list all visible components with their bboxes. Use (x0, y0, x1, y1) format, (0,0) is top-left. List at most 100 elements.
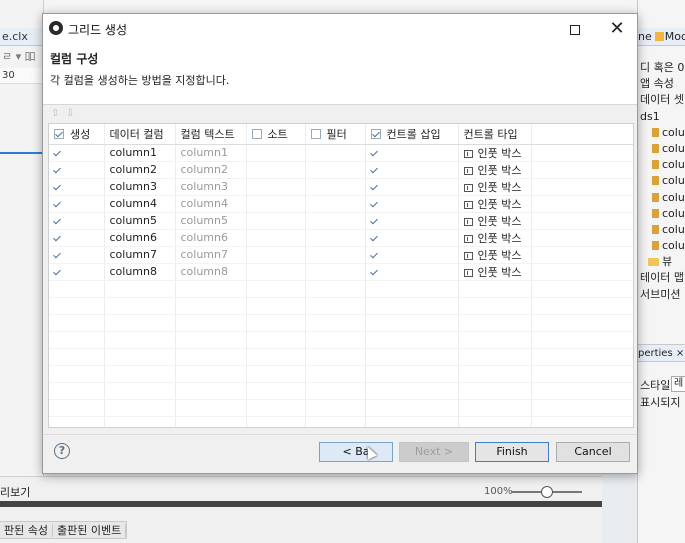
sort-cell[interactable] (246, 178, 306, 196)
create-check[interactable] (49, 144, 105, 162)
column-text-cell[interactable]: column2 (175, 161, 247, 179)
column-text-cell[interactable]: column5 (175, 212, 247, 230)
filter-cell[interactable] (305, 263, 366, 281)
header-sort[interactable]: 소트 (246, 124, 306, 145)
table-row[interactable]: column8 column8 인풋 박스 (49, 263, 633, 281)
data-column-cell[interactable]: column4 (104, 195, 176, 213)
data-column-cell[interactable]: column1 (104, 144, 176, 162)
control-type-cell[interactable]: 인풋 박스 (458, 178, 532, 196)
maximize-button[interactable] (555, 16, 595, 42)
sort-cell[interactable] (246, 246, 306, 264)
data-column-cell[interactable]: column7 (104, 246, 176, 264)
tree-item[interactable]: 앱 속성 (638, 76, 685, 92)
data-column-cell[interactable]: column3 (104, 178, 176, 196)
help-button[interactable]: ? (54, 443, 70, 459)
properties-tab[interactable]: perties × (638, 344, 685, 362)
prop-style-value[interactable]: 레 (671, 376, 685, 392)
header-insert-control[interactable]: 컨트롤 삽입 (365, 124, 459, 145)
tree-item[interactable]: colu (638, 222, 685, 238)
control-type-cell[interactable]: 인풋 박스 (458, 263, 532, 281)
insert-control-check[interactable] (365, 144, 459, 162)
tree-item[interactable]: colu (638, 206, 685, 222)
filter-cell[interactable] (305, 195, 366, 213)
insert-control-check[interactable] (365, 246, 459, 264)
tree-item[interactable]: 서브미션 (638, 287, 685, 303)
close-button[interactable]: ✕ (597, 16, 637, 42)
insert-control-check[interactable] (365, 212, 459, 230)
tree-item[interactable]: ds1 (638, 109, 685, 125)
table-row[interactable]: column7 column7 인풋 박스 (49, 246, 633, 264)
filter-cell[interactable] (305, 161, 366, 179)
move-down-icon[interactable]: ⇩ (66, 108, 74, 119)
header-create[interactable]: 생성 (49, 124, 105, 145)
column-text-cell[interactable]: column7 (175, 246, 247, 264)
table-row[interactable]: column2 column2 인풋 박스 (49, 161, 633, 179)
control-type-cell[interactable]: 인풋 박스 (458, 161, 532, 179)
insert-control-check[interactable] (365, 195, 459, 213)
sort-cell[interactable] (246, 144, 306, 162)
insert-control-check[interactable] (365, 229, 459, 247)
sort-all-checkbox[interactable] (251, 128, 262, 139)
header-filter[interactable]: 필터 (305, 124, 366, 145)
tree-item[interactable]: colu (638, 190, 685, 206)
next-button[interactable]: Next > (399, 442, 469, 462)
tree-item[interactable]: colu (638, 238, 685, 254)
create-check[interactable] (49, 246, 105, 264)
finish-button[interactable]: Finish (475, 442, 549, 462)
filter-cell[interactable] (305, 212, 366, 230)
create-check[interactable] (49, 229, 105, 247)
insert-control-all-checkbox[interactable] (370, 128, 381, 139)
tree-item[interactable]: 뷰 (638, 254, 685, 270)
create-check[interactable] (49, 178, 105, 196)
tree-item[interactable]: colu (638, 125, 685, 141)
insert-control-check[interactable] (365, 263, 459, 281)
control-type-cell[interactable]: 인풋 박스 (458, 212, 532, 230)
data-column-cell[interactable]: column6 (104, 229, 176, 247)
control-type-cell[interactable]: 인풋 박스 (458, 229, 532, 247)
table-row[interactable]: column5 column5 인풋 박스 (49, 212, 633, 230)
tree-item[interactable]: 데이터 셋 (638, 92, 685, 108)
tab-published-properties[interactable]: 판된 속성 (0, 524, 53, 537)
tree-item[interactable]: 디 혹은 0 (638, 60, 685, 76)
insert-control-check[interactable] (365, 161, 459, 179)
back-button[interactable]: < Ba (319, 442, 393, 462)
data-column-cell[interactable]: column8 (104, 263, 176, 281)
control-type-cell[interactable]: 인풋 박스 (458, 195, 532, 213)
preview-tab[interactable]: 리보기 (0, 485, 30, 501)
filter-all-checkbox[interactable] (310, 128, 321, 139)
control-type-cell[interactable]: 인풋 박스 (458, 144, 532, 162)
tree-item[interactable]: colu (638, 173, 685, 189)
column-text-cell[interactable]: column3 (175, 178, 247, 196)
create-check[interactable] (49, 263, 105, 281)
column-text-cell[interactable]: column1 (175, 144, 247, 162)
insert-control-check[interactable] (365, 178, 459, 196)
sort-cell[interactable] (246, 212, 306, 230)
column-text-cell[interactable]: column4 (175, 195, 247, 213)
table-row[interactable]: column4 column4 인풋 박스 (49, 195, 633, 213)
create-check[interactable] (49, 161, 105, 179)
tree-item[interactable]: colu (638, 157, 685, 173)
create-check[interactable] (49, 212, 105, 230)
filter-cell[interactable] (305, 246, 366, 264)
zoom-slider-knob[interactable] (541, 486, 553, 498)
data-column-cell[interactable]: column5 (104, 212, 176, 230)
column-text-cell[interactable]: column8 (175, 263, 247, 281)
editor-tab[interactable]: e.clx (0, 28, 44, 46)
sort-cell[interactable] (246, 161, 306, 179)
table-row[interactable]: column3 column3 인풋 박스 (49, 178, 633, 196)
create-all-checkbox[interactable] (54, 128, 64, 139)
tree-item[interactable]: colu (638, 141, 685, 157)
filter-cell[interactable] (305, 229, 366, 247)
filter-cell[interactable] (305, 144, 366, 162)
table-row[interactable]: column1 column1 인풋 박스 (49, 144, 633, 162)
move-up-icon[interactable]: ⇧ (51, 108, 59, 119)
sort-cell[interactable] (246, 229, 306, 247)
column-text-cell[interactable]: column6 (175, 229, 247, 247)
control-type-cell[interactable]: 인풋 박스 (458, 246, 532, 264)
data-column-cell[interactable]: column2 (104, 161, 176, 179)
filter-cell[interactable] (305, 178, 366, 196)
outline-tab[interactable]: neMod (638, 28, 685, 46)
sort-cell[interactable] (246, 195, 306, 213)
sort-cell[interactable] (246, 263, 306, 281)
create-check[interactable] (49, 195, 105, 213)
